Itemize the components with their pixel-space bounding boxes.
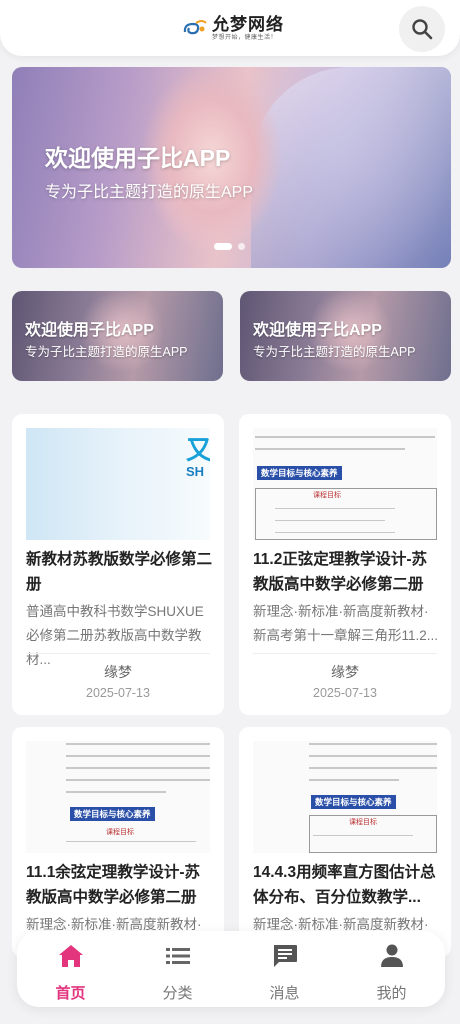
tab-label: 我的: [376, 985, 407, 1002]
article-author: 缘梦: [331, 664, 359, 680]
tab-messages[interactable]: 消息: [231, 931, 338, 1007]
thumb-tag: 数学目标与核心素养: [257, 466, 342, 480]
promo-card[interactable]: 欢迎使用子比APP 专为子比主题打造的原生APP: [12, 291, 223, 381]
banner-title: 欢迎使用子比APP: [45, 145, 231, 171]
logo-subtitle: 梦想开始，健康生活！: [212, 34, 278, 41]
promo-title: 欢迎使用子比APP: [25, 322, 154, 339]
tab-label: 分类: [162, 985, 193, 1002]
article-card[interactable]: 数学目标与核心素养 课程目标 11.1余弦定理教学设计-苏教版高中数学必修第二册…: [12, 727, 224, 957]
thumb-header: 课程目标: [106, 829, 134, 836]
search-button[interactable]: [399, 6, 445, 52]
list-icon: [166, 948, 190, 964]
carousel-dot-active[interactable]: [214, 243, 232, 250]
tab-category[interactable]: 分类: [124, 931, 231, 1007]
logo-title: 允梦网络: [212, 14, 284, 34]
divider: [26, 653, 210, 654]
logo-mark-icon: [182, 18, 208, 38]
promo-subtitle: 专为子比主题打造的原生APP: [25, 345, 188, 359]
article-title: 11.1余弦定理教学设计-苏教版高中数学必修第二册: [26, 864, 200, 906]
article-card[interactable]: 又 SH 新教材苏教版数学必修第二册 普通高中教科书数学SHUXUE必修第二册苏…: [12, 414, 224, 715]
thumb-cover-text: SH: [186, 464, 205, 479]
tab-label: 首页: [55, 985, 86, 1002]
thumb-cover-text: 又: [186, 435, 210, 465]
promo-title: 欢迎使用子比APP: [253, 322, 382, 339]
banner-carousel[interactable]: 欢迎使用子比APP 专为子比主题打造的原生APP: [12, 67, 451, 268]
promo-card[interactable]: 欢迎使用子比APP 专为子比主题打造的原生APP: [240, 291, 451, 381]
article-date: 2025-07-13: [86, 686, 150, 700]
promo-subtitle: 专为子比主题打造的原生APP: [253, 345, 416, 359]
carousel-indicator: [214, 243, 245, 250]
article-thumbnail: 数学目标与核心素养 课程目标: [26, 741, 210, 853]
home-icon: [59, 945, 83, 967]
article-thumbnail: 数学目标与核心素养 课程目标: [253, 428, 437, 540]
search-icon: [412, 19, 433, 40]
article-date: 2025-07-13: [313, 686, 377, 700]
thumb-header: 课程目标: [313, 492, 341, 499]
article-thumbnail: 数学目标与核心素养 课程目标: [253, 741, 437, 853]
tab-label: 消息: [269, 985, 300, 1002]
tab-profile[interactable]: 我的: [338, 931, 445, 1007]
article-thumbnail: 又 SH: [26, 428, 210, 540]
article-card[interactable]: 数学目标与核心素养 课程目标 14.4.3用频率直方图估计总体分布、百分位数教学…: [239, 727, 451, 957]
article-author: 缘梦: [104, 664, 132, 680]
logo[interactable]: 允梦网络 梦想开始，健康生活！: [182, 14, 284, 42]
article-title: 14.4.3用频率直方图估计总体分布、百分位数教学...: [253, 864, 436, 906]
thumb-tag: 数学目标与核心素养: [311, 795, 396, 809]
thumb-header: 课程目标: [349, 819, 377, 826]
article-title: 11.2正弦定理教学设计-苏教版高中数学必修第二册: [253, 551, 427, 593]
user-icon: [381, 944, 403, 967]
article-description: 新理念·新标准·新高度新教材·新高考第十一章解三角形11.2...: [253, 604, 439, 643]
app-header: 允梦网络 梦想开始，健康生活！: [0, 0, 460, 56]
bottom-tab-bar: 首页 分类 消息 我的: [17, 931, 445, 1007]
thumb-tag: 数学目标与核心素养: [70, 807, 155, 821]
message-icon: [274, 945, 297, 967]
tab-home[interactable]: 首页: [17, 931, 124, 1007]
divider: [253, 653, 437, 654]
article-title: 新教材苏教版数学必修第二册: [26, 551, 213, 593]
banner-subtitle: 专为子比主题打造的原生APP: [45, 184, 254, 201]
carousel-dot[interactable]: [238, 243, 245, 250]
article-card[interactable]: 数学目标与核心素养 课程目标 11.2正弦定理教学设计-苏教版高中数学必修第二册…: [239, 414, 451, 715]
